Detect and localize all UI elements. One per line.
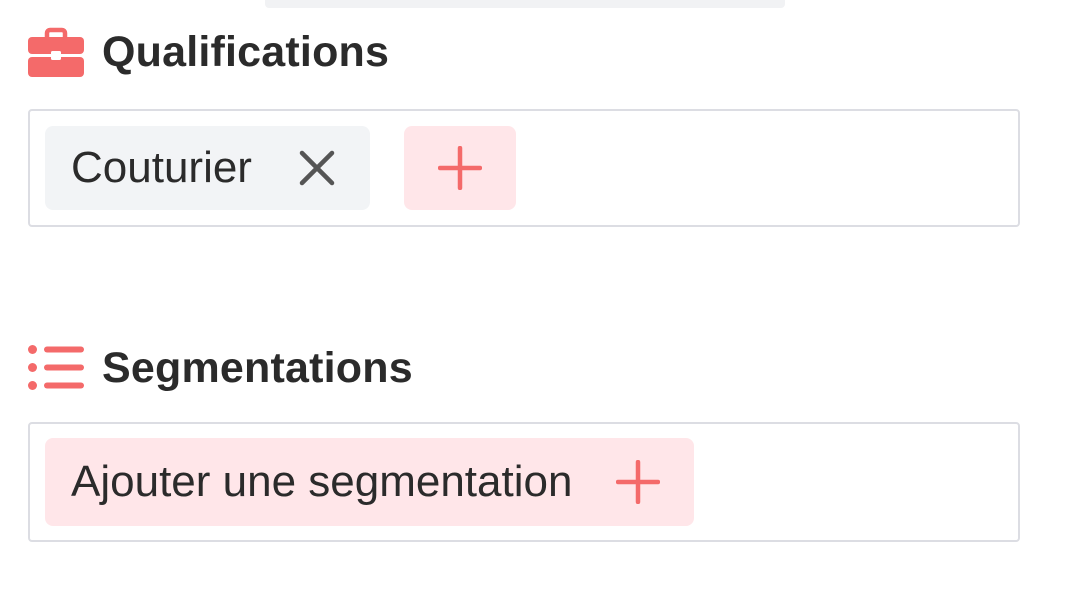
segmentations-field[interactable]: Ajouter une segmentation (28, 422, 1020, 542)
plus-icon (616, 460, 661, 504)
qualification-tag-couturier: Couturier (45, 126, 370, 210)
page: Qualifications Couturier Segmentations A… (0, 0, 1068, 604)
close-icon[interactable] (298, 149, 336, 187)
qualifications-field[interactable]: Couturier (28, 109, 1020, 227)
segmentations-header: Segmentations (28, 340, 413, 396)
add-segmentation-button[interactable]: Ajouter une segmentation (45, 438, 695, 526)
segmentations-title: Segmentations (102, 343, 413, 392)
add-segmentation-label: Ajouter une segmentation (71, 457, 573, 506)
add-qualification-button[interactable] (403, 126, 516, 210)
briefcase-icon (28, 27, 84, 77)
qualifications-title: Qualifications (102, 27, 390, 76)
plus-icon (437, 146, 482, 190)
qualification-tag-label: Couturier (71, 143, 252, 192)
qualifications-header: Qualifications (28, 24, 389, 80)
top-scroll-edge (265, 0, 785, 8)
list-icon (28, 345, 84, 391)
